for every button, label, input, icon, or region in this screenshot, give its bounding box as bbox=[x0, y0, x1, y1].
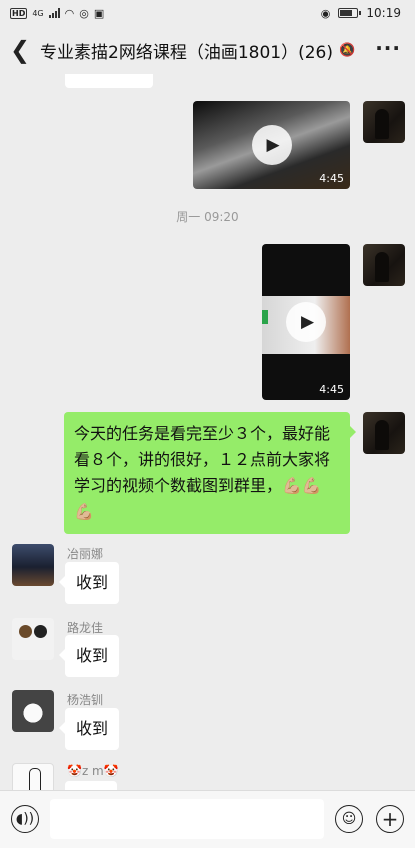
wifi-icon: ◠ bbox=[64, 6, 75, 20]
video-message[interactable]: ▶ 4:45 bbox=[262, 244, 350, 400]
network-type: 4G bbox=[32, 8, 44, 18]
video-duration: 4:45 bbox=[319, 383, 344, 396]
avatar[interactable] bbox=[12, 618, 54, 660]
more-dots-icon[interactable]: ··· bbox=[375, 36, 401, 60]
voice-icon[interactable]: ◖)) bbox=[11, 805, 39, 833]
alipay-icon: ▣ bbox=[93, 6, 105, 20]
status-bar: HD 4G ◠ ◎ ▣ ◉ 10:19 bbox=[0, 0, 415, 26]
text-message[interactable] bbox=[65, 781, 117, 790]
clock: 10:19 bbox=[366, 6, 401, 20]
eye-icon: ◉ bbox=[320, 6, 331, 20]
sender-nickname: 路龙佳 bbox=[67, 621, 104, 635]
play-icon[interactable]: ▶ bbox=[286, 302, 326, 342]
text-message[interactable]: 收到 bbox=[58, 708, 120, 750]
sender-nickname: 杨浩钏 bbox=[67, 693, 104, 707]
avatar[interactable] bbox=[12, 690, 54, 732]
emoji-icon[interactable]: ☺ bbox=[335, 805, 363, 833]
message-list[interactable]: ▶ 4:45 周一 09:20 ▶ 4:45 今天的任务是看完至少３个，最好能看… bbox=[0, 74, 415, 790]
partial-message-bubble[interactable] bbox=[65, 74, 153, 88]
message-timestamp: 周一 09:20 bbox=[176, 210, 239, 224]
play-icon[interactable]: ▶ bbox=[251, 125, 292, 165]
bell-muted-icon: 🔕 bbox=[338, 42, 356, 58]
avatar[interactable] bbox=[363, 244, 405, 286]
message-input[interactable] bbox=[50, 799, 324, 839]
sender-nickname: 🤡z m🤡 bbox=[67, 764, 119, 778]
hd-badge: HD bbox=[10, 7, 28, 19]
chat-title: 专业素描2网络课程（油画1801）(26) bbox=[40, 42, 333, 63]
text-message[interactable]: 收到 bbox=[58, 635, 120, 677]
text-message[interactable]: 收到 bbox=[58, 562, 120, 604]
avatar[interactable] bbox=[363, 101, 405, 143]
chevron-left-icon[interactable]: ❮ bbox=[0, 26, 40, 74]
avatar[interactable] bbox=[12, 544, 54, 586]
video-message[interactable]: ▶ 4:45 bbox=[193, 101, 350, 189]
input-bar: ◖)) ☺ + bbox=[0, 790, 415, 848]
chat-header: ❮ 专业素描2网络课程（油画1801）(26) 🔕 ··· bbox=[0, 26, 415, 74]
avatar[interactable] bbox=[12, 763, 54, 790]
battery-icon bbox=[338, 8, 362, 18]
sender-nickname: 冶丽娜 bbox=[67, 547, 104, 561]
plus-icon[interactable]: + bbox=[376, 805, 404, 833]
my-text-message[interactable]: 今天的任务是看完至少３个，最好能看８个，讲的很好，１２点前大家将学习的视频个数截… bbox=[64, 412, 356, 534]
avatar[interactable] bbox=[363, 412, 405, 454]
message-notification-icon: ◎ bbox=[79, 6, 89, 20]
signal-icon bbox=[48, 8, 60, 18]
video-duration: 4:45 bbox=[319, 172, 344, 185]
